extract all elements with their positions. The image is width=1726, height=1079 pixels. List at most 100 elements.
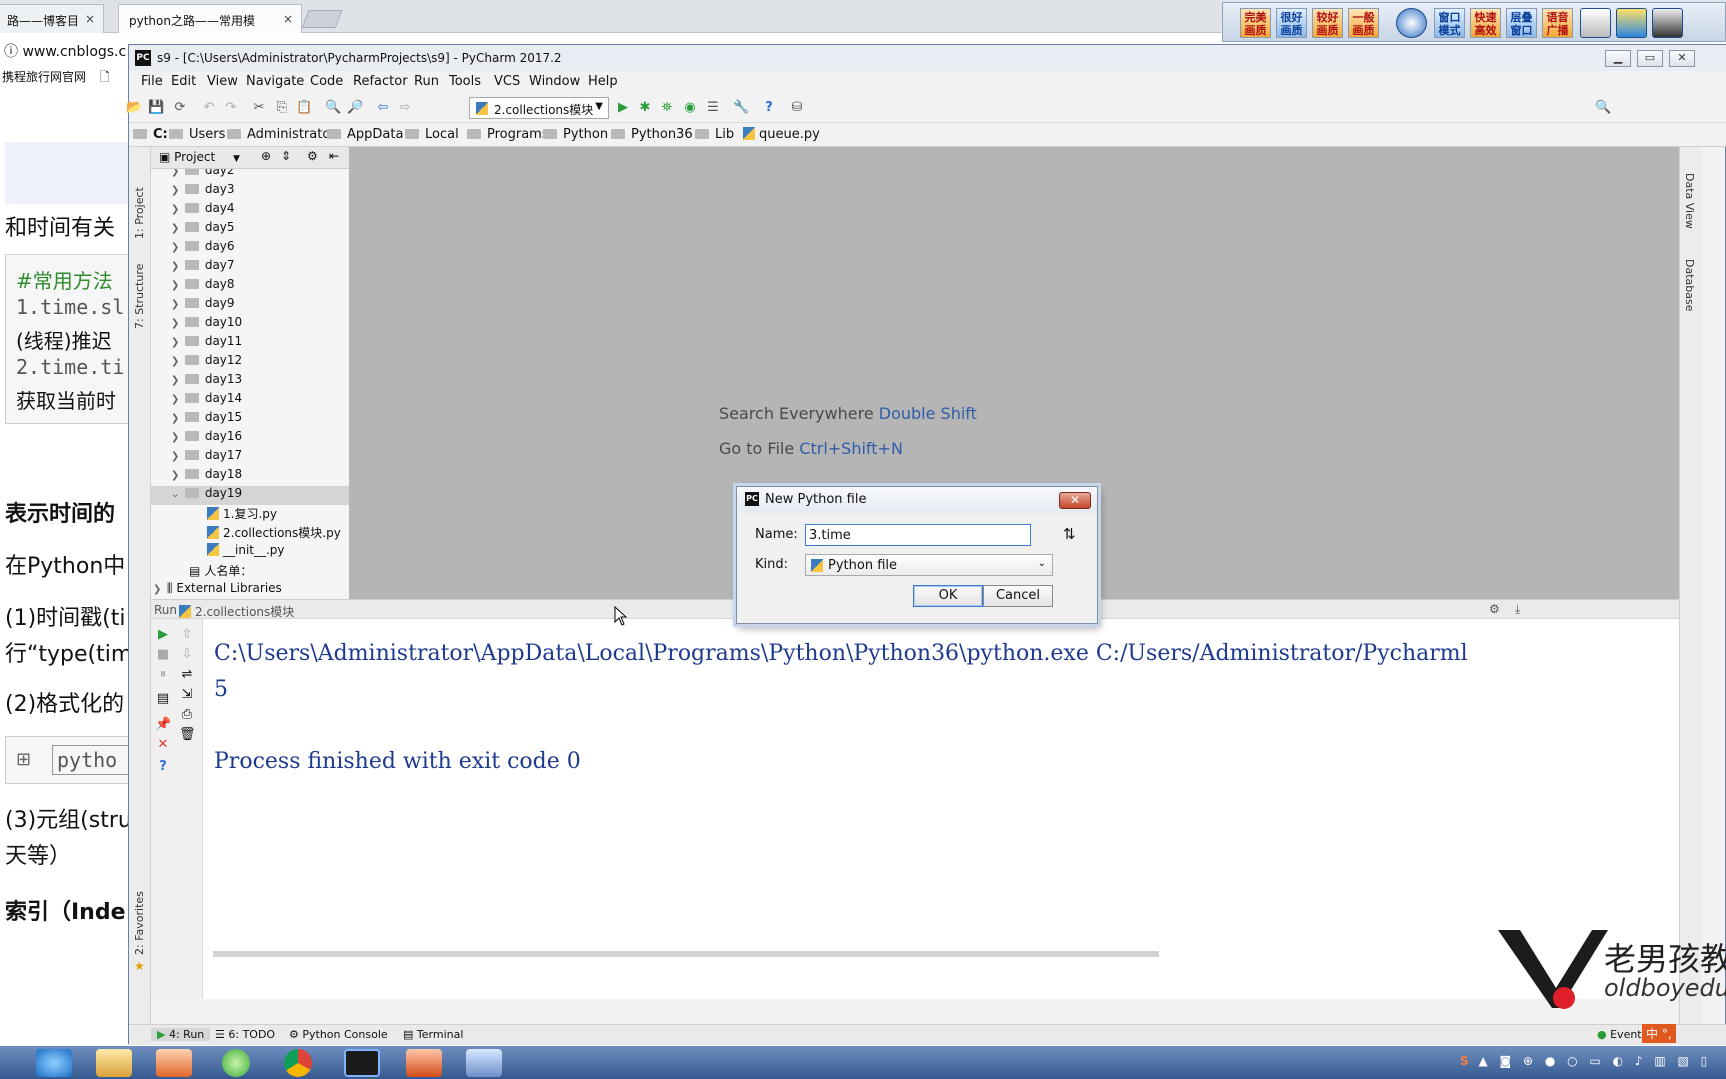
- tab-todo[interactable]: ☰ 6: TODO: [215, 1028, 275, 1041]
- hide-icon[interactable]: ⇤: [329, 149, 339, 163]
- breadcrumb-item[interactable]: Lib: [695, 127, 734, 142]
- tab-data-view[interactable]: Data View: [1683, 173, 1696, 229]
- tree-folder-day11[interactable]: ❯ day11: [171, 334, 242, 353]
- save-icon[interactable]: 💾: [148, 100, 164, 116]
- cancel-button[interactable]: Cancel: [983, 585, 1053, 607]
- close-icon[interactable]: ×: [85, 12, 95, 26]
- gear-icon[interactable]: ⚙: [1489, 602, 1500, 616]
- paste-icon[interactable]: 📋: [296, 100, 312, 116]
- breadcrumb-item[interactable]: AppData: [327, 127, 403, 142]
- profile-icon[interactable]: ◉: [682, 100, 698, 116]
- cut-icon[interactable]: ✂: [251, 100, 267, 116]
- menu-help[interactable]: Help: [588, 74, 618, 89]
- layout-icon[interactable]: ▤: [155, 691, 171, 707]
- breadcrumb-item[interactable]: Python36: [611, 127, 693, 142]
- tab-project[interactable]: 1: Project: [133, 187, 146, 239]
- tree-folder-day9[interactable]: ❯ day9: [171, 296, 235, 315]
- stop-icon[interactable]: ■: [155, 647, 171, 663]
- replace-icon[interactable]: 🔎: [347, 100, 363, 116]
- menu-refactor[interactable]: Refactor: [353, 74, 408, 89]
- tree-folder-day6[interactable]: ❯ day6: [171, 239, 235, 258]
- find-icon[interactable]: 🔍: [325, 100, 341, 116]
- minimize-button[interactable]: ▁: [1605, 50, 1631, 67]
- update-icon[interactable]: [222, 1049, 250, 1077]
- pen-icon[interactable]: [1652, 8, 1683, 38]
- quality-button[interactable]: 完美画质: [1240, 8, 1271, 38]
- debug-icon[interactable]: ✱: [637, 100, 653, 116]
- tab-run[interactable]: ▶ 4: Run: [151, 1028, 211, 1041]
- cascade-window-button[interactable]: 层叠窗口: [1506, 8, 1537, 38]
- run-console[interactable]: C:\Users\Administrator\AppData\Local\Pro…: [203, 619, 1679, 999]
- tab-database[interactable]: Database: [1683, 259, 1696, 312]
- back-icon[interactable]: ⇦: [375, 100, 391, 116]
- tree-folder-day4[interactable]: ❯ day4: [171, 201, 235, 220]
- print-icon[interactable]: ⎙: [179, 707, 195, 723]
- undo-icon[interactable]: ↶: [201, 100, 217, 116]
- tree-folder-day12[interactable]: ❯ day12: [171, 353, 242, 372]
- tree-folder-day19[interactable]: ⌄ day19: [151, 486, 349, 505]
- browser-tab-blog[interactable]: 路——博客目 ×: [0, 4, 104, 33]
- breadcrumb-item[interactable]: Python: [543, 127, 608, 142]
- pycharm-taskbar-icon[interactable]: [344, 1049, 380, 1077]
- close-icon[interactable]: ✕: [155, 737, 171, 753]
- tab-python-console[interactable]: ⚙ Python Console: [289, 1028, 388, 1041]
- tree-file[interactable]: 1.复习.py: [207, 505, 277, 524]
- tree-folder-day18[interactable]: ❯ day18: [171, 467, 242, 486]
- pin-icon[interactable]: 📌: [155, 717, 171, 733]
- tab-favorites[interactable]: 2: Favorites: [133, 891, 146, 955]
- tab-terminal[interactable]: ▤ Terminal: [403, 1028, 463, 1041]
- brush-icon[interactable]: [1580, 8, 1611, 38]
- chrome-icon[interactable]: [284, 1049, 312, 1077]
- run-icon[interactable]: ▶: [615, 100, 631, 116]
- menu-file[interactable]: File: [141, 74, 163, 89]
- tree-folder-day15[interactable]: ❯ day15: [171, 410, 242, 429]
- pause-icon[interactable]: ⏸: [155, 667, 171, 683]
- tree-folder-day14[interactable]: ❯ day14: [171, 391, 242, 410]
- sync-icon[interactable]: ⟳: [172, 100, 188, 116]
- plus-icon[interactable]: ⊞: [16, 749, 31, 770]
- presentation-icon[interactable]: [406, 1049, 442, 1077]
- tree-folder-day16[interactable]: ❯ day16: [171, 429, 242, 448]
- tree-folder-day10[interactable]: ❯ day10: [171, 315, 242, 334]
- close-icon[interactable]: ×: [283, 12, 293, 26]
- ime-icon[interactable]: S: [1460, 1054, 1469, 1068]
- up-icon[interactable]: ⇧: [179, 627, 195, 643]
- breadcrumb-item[interactable]: Administrator: [227, 127, 336, 142]
- code-expander[interactable]: ⊞ pytho: [5, 736, 128, 784]
- tree-folder-day3[interactable]: ❯ day3: [171, 182, 235, 201]
- name-input[interactable]: 3.time: [805, 524, 1031, 546]
- menu-window[interactable]: Window: [529, 74, 580, 89]
- menu-view[interactable]: View: [207, 74, 238, 89]
- tree-external-libraries[interactable]: ❯ ⫼ External Libraries: [153, 581, 282, 599]
- project-view-select[interactable]: ▣ Project ▼: [159, 150, 240, 164]
- breadcrumb-item[interactable]: Programs: [467, 127, 549, 142]
- coverage-icon[interactable]: ⛯: [659, 100, 675, 116]
- tree-folder-day13[interactable]: ❯ day13: [171, 372, 242, 391]
- down-icon[interactable]: ⇩: [179, 647, 195, 663]
- tray-icons[interactable]: ▲ ◙ ⊕ ● ○ ▭ ◐ ♪ ▥ ▧ ▯: [1478, 1054, 1711, 1068]
- breadcrumb-item[interactable]: queue.py: [743, 127, 820, 142]
- run-config-select[interactable]: 2.collections模块 ▼: [469, 97, 609, 119]
- tree-folder-day7[interactable]: ❯ day7: [171, 258, 235, 277]
- fast-mode-button[interactable]: 快速高效: [1470, 8, 1501, 38]
- breadcrumb-item[interactable]: Users: [169, 127, 225, 142]
- scroll-end-icon[interactable]: ⇲: [179, 687, 195, 703]
- wrap-icon[interactable]: ⇌: [179, 667, 195, 683]
- gear-icon[interactable]: ⚙: [307, 149, 318, 163]
- menu-run[interactable]: Run: [414, 74, 439, 89]
- close-button[interactable]: ✕: [1669, 50, 1695, 67]
- trash-icon[interactable]: 🗑: [179, 727, 196, 743]
- tree-file[interactable]: ▤ 人名单：: [189, 562, 252, 581]
- search-icon[interactable]: 🔍: [1595, 100, 1611, 116]
- tree-file[interactable]: 2.collections模块.py: [207, 524, 341, 543]
- collapse-icon[interactable]: ⇕: [281, 149, 291, 163]
- address-bar[interactable]: ⓘ www.cnblogs.c: [0, 34, 130, 64]
- new-tab-button[interactable]: [301, 10, 343, 28]
- breadcrumb-item[interactable]: Local: [405, 127, 459, 142]
- open-folder-icon[interactable]: 📂: [126, 100, 142, 116]
- quality-button[interactable]: 较好画质: [1312, 8, 1343, 38]
- kind-select[interactable]: Python file ⌄: [805, 554, 1053, 576]
- tree-folder-day5[interactable]: ❯ day5: [171, 220, 235, 239]
- help-icon[interactable]: ?: [155, 759, 171, 775]
- breadcrumb-item[interactable]: C:: [133, 127, 168, 142]
